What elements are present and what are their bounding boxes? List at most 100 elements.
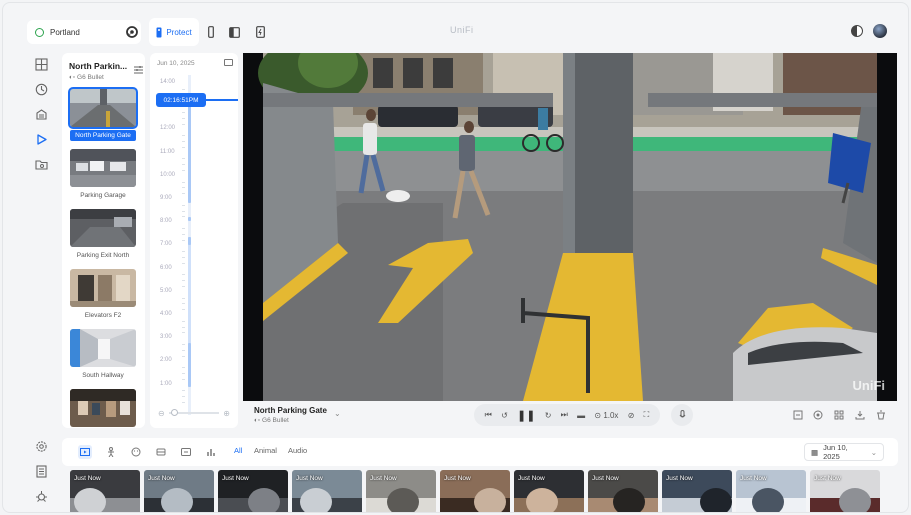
timeline-recording-segment[interactable] xyxy=(188,343,191,387)
detection-thumbnail[interactable]: Just Now xyxy=(810,470,880,512)
player-camera-name[interactable]: North Parking Gate xyxy=(254,406,327,415)
trash-icon[interactable] xyxy=(874,408,888,422)
download-icon[interactable] xyxy=(853,408,867,422)
gear-icon[interactable] xyxy=(32,437,50,455)
alarm-icon[interactable] xyxy=(32,80,50,98)
hd-icon[interactable]: ▬ xyxy=(577,411,585,420)
camera-app-icon xyxy=(156,27,162,37)
current-time-pill[interactable]: 02:16:51PM xyxy=(156,93,206,107)
fullscreen-icon[interactable]: ⛶ xyxy=(644,410,650,420)
timeline-tick-label: 6:00 xyxy=(160,264,172,271)
timeline-recording-segment[interactable] xyxy=(188,103,191,203)
settings-icon[interactable] xyxy=(122,22,142,42)
filter-activity-icon[interactable] xyxy=(204,445,218,459)
camera-item-north-parking-gate[interactable]: North Parking Gate xyxy=(68,87,138,141)
timeline-minor-tick xyxy=(182,251,185,253)
brand-logo: UniFi xyxy=(450,25,474,35)
camera-item-lobby[interactable] xyxy=(70,389,136,428)
camera-item-parking-garage[interactable]: Parking Garage xyxy=(70,149,136,199)
selected-camera-header[interactable]: North Parkin... ◐▫ G6 Bullet xyxy=(69,61,139,81)
camera-label: Parking Exit North xyxy=(76,252,130,259)
timeline-event-marker[interactable] xyxy=(188,237,191,245)
camera-item-south-hallway[interactable]: South Hallway xyxy=(70,329,136,379)
site-name: Portland xyxy=(50,27,80,37)
detection-thumbnail[interactable]: Just Now xyxy=(440,470,510,512)
timeline-view-icon[interactable] xyxy=(224,59,233,66)
detection-thumbnail[interactable]: Just Now xyxy=(292,470,362,512)
zoom-slider[interactable] xyxy=(168,409,220,417)
debug-icon[interactable] xyxy=(32,487,50,505)
timeline-minor-tick xyxy=(182,332,185,334)
detection-thumbnail[interactable]: Just Now xyxy=(366,470,436,512)
detection-thumbnail[interactable]: Just Now xyxy=(70,470,140,512)
microphone-icon[interactable] xyxy=(671,404,693,426)
zoom-slider-knob[interactable] xyxy=(170,409,178,417)
avatar[interactable] xyxy=(873,24,887,38)
chevron-down-icon[interactable]: ⌄ xyxy=(334,409,341,418)
detection-thumbnail[interactable]: Just Now xyxy=(514,470,584,512)
speed-control[interactable]: ⊙ 1.0x xyxy=(594,411,618,420)
camera-item-parking-exit-north[interactable]: Parking Exit North xyxy=(70,209,136,259)
chip-animal[interactable]: Animal xyxy=(254,446,277,455)
detection-thumbnail[interactable]: Just Now xyxy=(662,470,732,512)
detection-thumbnail[interactable]: Just Now xyxy=(736,470,806,512)
camera-label: Parking Garage xyxy=(80,192,126,199)
grid-icon[interactable] xyxy=(832,408,846,422)
pause-icon[interactable]: ❚❚ xyxy=(517,409,535,422)
rewind-icon[interactable]: ↺ xyxy=(501,411,508,420)
timeline-minor-tick xyxy=(182,123,185,125)
filter-face-icon[interactable] xyxy=(129,445,143,459)
skip-back-icon[interactable]: ⏮ xyxy=(485,410,492,420)
timeline-tick-label: 7:00 xyxy=(160,241,172,248)
zoom-out-icon[interactable]: ⊖ xyxy=(158,409,165,418)
timeline-panel[interactable]: Jun 10, 2025 14:0013:0012:0011:0010:009:… xyxy=(150,53,238,428)
timeline-minor-tick xyxy=(182,146,185,148)
timeline-tick-label: 2:00 xyxy=(160,357,172,364)
filter-icon[interactable] xyxy=(134,61,143,79)
skip-forward-icon[interactable]: ⏭ xyxy=(561,410,568,420)
folder-icon[interactable] xyxy=(32,155,50,173)
timeline-zoom[interactable]: ⊖ ⊕ xyxy=(158,408,230,418)
forward-icon[interactable]: ↻ xyxy=(545,411,552,420)
theme-toggle-icon[interactable] xyxy=(851,25,863,37)
playback-controls: ⏮ ↺ ❚❚ ↻ ⏭ ▬ ⊙ 1.0x ⊘ ⛶ xyxy=(474,404,660,426)
video-player[interactable]: UniFi xyxy=(243,53,897,401)
chip-audio[interactable]: Audio xyxy=(288,446,307,455)
detection-time: Just Now xyxy=(666,475,693,482)
timeline-minor-tick xyxy=(182,204,185,206)
camera-thumbnail xyxy=(68,87,138,129)
camera-item-elevators-f2[interactable]: Elevators F2 xyxy=(70,269,136,319)
export-clip-icon[interactable] xyxy=(791,408,805,422)
timeline-minor-tick xyxy=(182,390,185,392)
filter-vehicle-icon[interactable] xyxy=(154,445,168,459)
filter-all-types-icon[interactable] xyxy=(78,445,92,459)
tab-protect[interactable]: Protect xyxy=(149,18,199,46)
mute-icon[interactable]: ⊘ xyxy=(628,411,635,420)
detection-thumbnail[interactable]: Just Now xyxy=(218,470,288,512)
access-app-icon[interactable] xyxy=(201,22,221,42)
timeline-minor-tick xyxy=(182,349,185,351)
timeline-minor-tick xyxy=(182,280,185,282)
timeline-recording-segment[interactable] xyxy=(188,217,191,221)
timeline-minor-tick xyxy=(182,303,185,305)
timeline-minor-tick xyxy=(182,373,185,374)
devices-icon[interactable] xyxy=(32,105,50,123)
notes-icon[interactable] xyxy=(32,462,50,480)
timeline-minor-tick xyxy=(182,355,185,357)
detection-thumbnail[interactable]: Just Now xyxy=(144,470,214,512)
protect-label: Protect xyxy=(166,27,192,37)
chip-all[interactable]: All xyxy=(234,446,242,455)
filter-person-icon[interactable] xyxy=(104,445,118,459)
timeline-minor-tick xyxy=(182,402,185,403)
detection-thumbnail[interactable]: Just Now xyxy=(588,470,658,512)
zoom-in-icon[interactable]: ⊕ xyxy=(223,409,230,418)
timeline-minor-tick xyxy=(182,112,185,113)
play-icon[interactable] xyxy=(32,130,50,148)
filter-license-plate-icon[interactable] xyxy=(179,445,193,459)
connect-app-icon[interactable] xyxy=(250,22,270,42)
zones-icon[interactable] xyxy=(811,408,825,422)
player-camera-model-row: ◐▫ G6 Bullet xyxy=(254,417,289,424)
detections-date-selector[interactable]: ▦ Jun 10, 2025 ⌄ xyxy=(804,443,884,461)
talk-app-icon[interactable] xyxy=(224,22,244,42)
dashboard-icon[interactable] xyxy=(32,55,50,73)
